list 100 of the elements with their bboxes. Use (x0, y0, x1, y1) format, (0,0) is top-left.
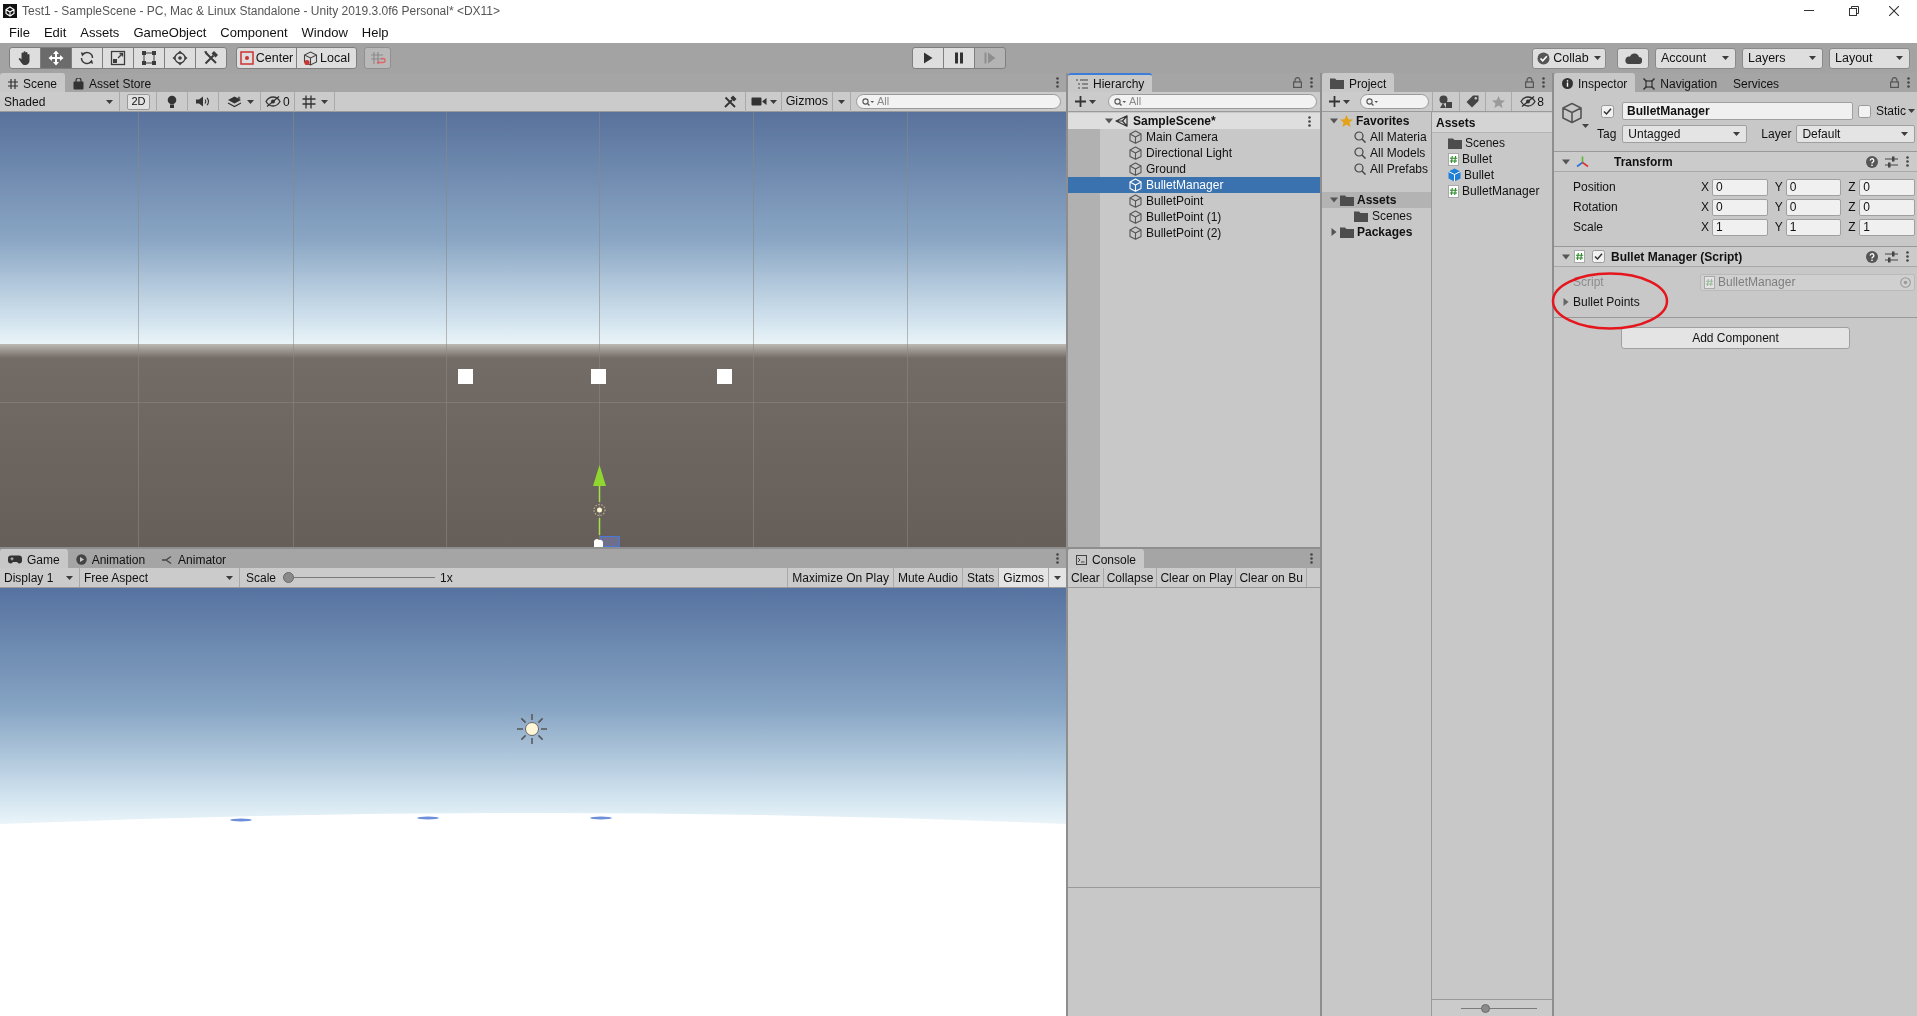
more-icon[interactable] (1907, 77, 1910, 88)
foldout-arrow-icon[interactable] (1330, 228, 1338, 236)
more-icon[interactable] (1310, 553, 1313, 564)
checkbox[interactable] (1592, 250, 1605, 263)
number-field[interactable]: 0 (1859, 198, 1915, 216)
panel-tab[interactable]: Project (1322, 73, 1395, 92)
more-icon[interactable] (1056, 77, 1059, 88)
tool-button[interactable] (71, 47, 103, 69)
tool-button[interactable] (102, 47, 134, 69)
sliders-icon[interactable] (1885, 250, 1898, 263)
lock-icon[interactable] (1293, 77, 1302, 88)
asset-item[interactable]: Bullet (1432, 167, 1552, 183)
component-header[interactable]: Bullet Manager (Script) (1554, 247, 1917, 267)
help-icon[interactable] (1866, 155, 1878, 168)
name-field[interactable]: BulletManager (1622, 102, 1853, 120)
more-icon[interactable] (1308, 115, 1311, 127)
tag-dropdown[interactable]: Untagged (1622, 125, 1748, 143)
asset-item[interactable]: BulletManager (1432, 183, 1552, 199)
tool-button[interactable] (40, 47, 72, 69)
tree-item[interactable]: Favorites (1322, 113, 1431, 129)
number-field[interactable]: 0 (1712, 198, 1768, 216)
checkbox[interactable] (1858, 104, 1871, 118)
tree-item[interactable]: All Prefabs (1322, 161, 1431, 177)
more-icon[interactable] (1310, 77, 1313, 88)
tag-icon[interactable] (1466, 95, 1479, 108)
hierarchy-item[interactable]: BulletPoint (1) (1068, 209, 1320, 225)
search-field[interactable] (1360, 94, 1429, 109)
breadcrumb[interactable]: Assets (1436, 116, 1476, 129)
scene-row[interactable]: SampleScene* (1068, 113, 1320, 129)
menu-item[interactable]: Edit (36, 25, 74, 39)
more-icon[interactable] (1906, 251, 1909, 262)
tree-item[interactable]: Packages (1322, 224, 1431, 240)
console-toolbar-button[interactable]: Collapse (1103, 568, 1158, 587)
bulb-icon[interactable] (167, 94, 177, 109)
hierarchy-item[interactable]: Ground (1068, 161, 1320, 177)
filter-shapes-icon[interactable] (1439, 95, 1453, 108)
foldout-arrow-icon[interactable] (1562, 298, 1570, 306)
close-icon[interactable] (1889, 5, 1899, 16)
console-toolbar-button[interactable]: Clear (1068, 568, 1104, 587)
grid-icon[interactable] (301, 94, 316, 109)
more-icon[interactable] (1542, 77, 1545, 88)
playback-button[interactable] (942, 47, 975, 69)
number-field[interactable]: 0 (1785, 198, 1842, 216)
hierarchy-item[interactable]: BulletManager (1068, 177, 1320, 193)
tool-button[interactable] (133, 47, 165, 69)
more-icon[interactable] (1056, 553, 1059, 564)
collab-dropdown[interactable]: Collab (1532, 47, 1606, 69)
foldout-arrow-icon[interactable] (1562, 252, 1570, 261)
scale-slider[interactable] (283, 572, 436, 583)
tree-item[interactable]: All Materia (1322, 129, 1431, 145)
panel-tab[interactable]: Game (0, 549, 68, 568)
more-icon[interactable] (1906, 156, 1909, 167)
menu-item[interactable]: Assets (73, 25, 127, 39)
number-field[interactable]: 0 (1859, 178, 1915, 196)
menu-item[interactable]: File (2, 25, 37, 39)
hierarchy-item[interactable]: BulletPoint (2) (1068, 225, 1320, 241)
hierarchy-item[interactable]: BulletPoint (1068, 193, 1320, 209)
aspect-dropdown[interactable]: Free Aspect (80, 568, 240, 587)
slider-thumb[interactable] (1481, 1003, 1490, 1013)
panel-tab[interactable]: Scene (0, 73, 66, 92)
panel-tab[interactable]: Inspector (1554, 73, 1636, 92)
foldout-arrow-icon[interactable] (1105, 117, 1113, 125)
cloud-button[interactable] (1617, 47, 1649, 69)
console-toolbar-button[interactable]: Clear on Play (1157, 568, 1237, 587)
tree-item[interactable]: Assets (1322, 192, 1431, 208)
asset-item[interactable]: Scenes (1432, 135, 1552, 151)
display-dropdown[interactable]: Display 1 (0, 568, 80, 587)
move-gizmo-arrow[interactable] (593, 465, 606, 503)
size-slider[interactable] (1461, 1003, 1537, 1013)
menu-item[interactable]: GameObject (126, 25, 214, 39)
pivot-toggle-button[interactable]: Local (296, 47, 357, 69)
sliders-icon[interactable] (1885, 155, 1898, 168)
tools-icon[interactable] (722, 94, 737, 109)
number-field[interactable]: 0 (1785, 178, 1842, 196)
pivot-toggle-button[interactable]: Center (236, 47, 297, 69)
mode-2d-button[interactable]: 2D (127, 93, 150, 110)
panel-tab[interactable]: Hierarchy (1068, 73, 1153, 92)
effects-icon[interactable] (227, 95, 242, 108)
add-component-button[interactable]: Add Component (1621, 327, 1850, 349)
number-field[interactable]: 0 (1712, 178, 1768, 196)
property-foldout[interactable]: Bullet Points (1554, 293, 1917, 311)
menu-item[interactable]: Window (294, 25, 355, 39)
tool-button[interactable] (195, 47, 227, 69)
camera-icon[interactable] (750, 96, 767, 107)
playback-button[interactable] (911, 47, 944, 69)
menu-item[interactable]: Component (213, 25, 295, 39)
visibility-toggle[interactable]: 8 (1512, 92, 1552, 111)
restore-icon[interactable] (1849, 5, 1859, 16)
lock-icon[interactable] (1525, 77, 1534, 88)
hierarchy-item[interactable]: Directional Light (1068, 145, 1320, 161)
asset-item[interactable]: Bullet (1432, 151, 1552, 167)
foldout-arrow-icon[interactable] (1562, 157, 1570, 166)
gizmos-dropdown[interactable]: Gizmos (998, 568, 1066, 587)
toolbar-dropdown[interactable]: Layout (1829, 47, 1910, 69)
toolbar-toggle[interactable]: Mute Audio (892, 568, 962, 587)
hierarchy-item[interactable]: Main Camera (1068, 129, 1320, 145)
visibility-toggle[interactable]: 0 (261, 92, 294, 111)
shading-dropdown[interactable]: Shaded (0, 92, 120, 111)
create-button[interactable] (1075, 96, 1096, 107)
toolbar-toggle[interactable]: Maximize On Play (787, 568, 893, 587)
